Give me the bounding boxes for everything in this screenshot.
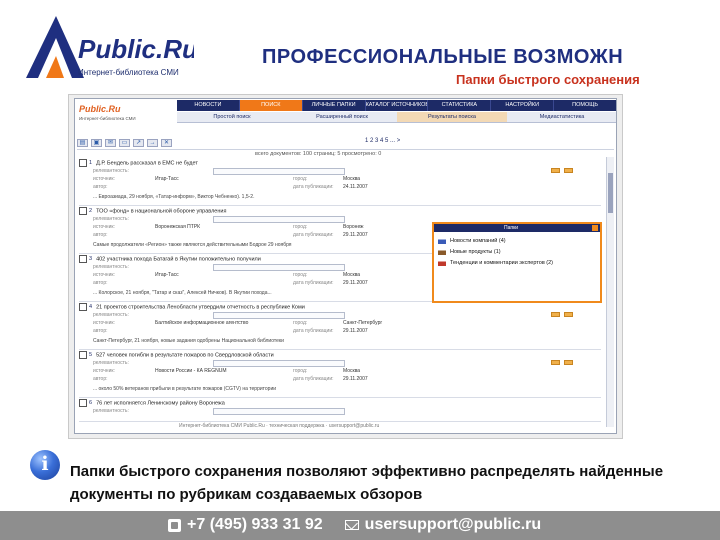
doc-snippet: ... Евроазиада, 29 ноября, «Татар-информ… <box>93 194 255 200</box>
logo-tagline: Интернет-библиотека СМИ <box>78 68 179 77</box>
arrow-icon[interactable]: → <box>147 139 158 147</box>
app-logo[interactable]: Public.Ru <box>79 104 121 114</box>
list-item: 6 76 лет исполняется Ленинскому району Во… <box>79 399 601 419</box>
app-footer-text: Интернет-библиотека СМИ Public.Ru · техн… <box>179 423 380 429</box>
doc-snippet: Самые продолжатели «Регион» также являют… <box>93 242 292 248</box>
tab-simple-search[interactable]: Простой поиск <box>177 112 287 122</box>
pagination[interactable]: 1 2 3 4 5 ... > <box>365 138 400 144</box>
delete-icon[interactable]: ✕ <box>161 139 172 147</box>
doc-title[interactable]: 5 527 человек погибли в результате пожаро… <box>79 351 274 359</box>
list-item: 4 21 проектов строительства Ленобласти ут… <box>79 303 601 355</box>
footer-email[interactable]: usersupport@public.ru <box>365 516 542 534</box>
relevance-select[interactable] <box>213 312 345 319</box>
tab-advanced-search[interactable]: Расширенный поиск <box>287 112 397 122</box>
doc-title[interactable]: 3 402 участника похода Батагай в Якутии п… <box>79 255 261 263</box>
tab-media-statistics[interactable]: Медиастатистика <box>507 112 616 122</box>
doc-snippet: ... Колорское, 21 ноября, "Татар и сказ"… <box>93 290 272 296</box>
scrollbar[interactable] <box>606 157 614 427</box>
logo-text: Public.Ru <box>78 34 194 64</box>
results-count: всего документов: 100 страниц: 5 просмот… <box>255 151 382 157</box>
folder-icon <box>438 250 446 255</box>
app-tagline: Интернет-библиотека СМИ <box>79 116 136 121</box>
doc-title[interactable]: 1 Д.Р. Бендель рассказал в ЕМС не будет <box>79 159 198 167</box>
main-nav: НОВОСТИ ПОИСК ЛИЧНЫЕ ПАПКИ КАТАЛОГ ИСТОЧ… <box>177 100 616 111</box>
app-screenshot: Public.Ru Интернет-библиотека СМИ НОВОСТ… <box>74 98 617 434</box>
results-toolbar: ▤ ▣ ✉ ▭ ↗ → ✕ <box>77 137 614 150</box>
info-icon: i <box>30 450 60 480</box>
sub-nav: Простой поиск Расширенный поиск Результа… <box>177 112 616 123</box>
doc-actions[interactable] <box>551 360 595 367</box>
nav-news[interactable]: НОВОСТИ <box>177 100 240 111</box>
close-icon[interactable] <box>592 225 598 231</box>
relevance-select[interactable] <box>213 360 345 367</box>
doc-checkbox[interactable] <box>79 207 87 215</box>
doc-title[interactable]: 4 21 проектов строительства Ленобласти ут… <box>79 303 305 311</box>
footer-phone[interactable]: +7 (495) 933 31 92 <box>187 516 323 534</box>
relevance-select[interactable] <box>213 216 345 223</box>
save-icon[interactable]: ▣ <box>91 139 102 147</box>
relevance-select[interactable] <box>213 168 345 175</box>
doc-snippet: Санкт-Петербург, 21 ноября, новые задани… <box>93 338 284 344</box>
nav-help[interactable]: ПОМОЩЬ <box>554 100 616 111</box>
doc-snippet: ... около 50% ветеранов прибыли в резуль… <box>93 386 277 392</box>
folder-icon[interactable]: ▭ <box>119 139 130 147</box>
tab-search-results[interactable]: Результаты поиска <box>397 112 507 122</box>
nav-source-catalog[interactable]: КАТАЛОГ ИСТОЧНИКОВ <box>366 100 429 111</box>
relevance-select[interactable] <box>213 408 345 415</box>
phone-icon <box>168 518 181 532</box>
folder-icon <box>438 239 446 244</box>
list-item: 5 527 человек погибли в результате пожаро… <box>79 351 601 403</box>
doc-actions[interactable] <box>551 168 595 175</box>
nav-statistics[interactable]: СТАТИСТИКА <box>428 100 492 111</box>
doc-actions[interactable] <box>551 312 595 319</box>
relevance-select[interactable] <box>213 264 345 271</box>
doc-checkbox[interactable] <box>79 159 87 167</box>
folders-popup: Папки Новости компаний (4) Новые продукт… <box>432 222 602 303</box>
export-icon[interactable]: ↗ <box>133 139 144 147</box>
email-icon[interactable]: ✉ <box>105 139 116 147</box>
nav-personal-folders[interactable]: ЛИЧНЫЕ ПАПКИ <box>303 100 366 111</box>
popup-title: Папки <box>434 224 600 232</box>
list-item: 1 Д.Р. Бендель рассказал в ЕМС не будет р… <box>79 159 601 211</box>
doc-checkbox[interactable] <box>79 255 87 263</box>
scroll-thumb[interactable] <box>608 173 613 213</box>
mail-icon <box>344 520 359 530</box>
info-text: Папки быстрого сохранения позволяют эффе… <box>70 463 664 503</box>
page-subtitle: Папки быстрого сохранения <box>456 72 640 87</box>
doc-checkbox[interactable] <box>79 351 87 359</box>
print-icon[interactable]: ▤ <box>77 139 88 147</box>
folder-item[interactable]: Новости компаний (4) <box>434 236 600 247</box>
folder-icon <box>438 261 446 266</box>
page-title: ПРОФЕССИОНАЛЬНЫЕ ВОЗМОЖН <box>262 46 624 68</box>
doc-checkbox[interactable] <box>79 303 87 311</box>
nav-settings[interactable]: НАСТРОЙКИ <box>491 100 555 111</box>
doc-title[interactable]: 6 76 лет исполняется Ленинскому району Во… <box>79 399 225 407</box>
nav-search[interactable]: ПОИСК <box>239 100 303 111</box>
doc-checkbox[interactable] <box>79 399 87 407</box>
folder-item[interactable]: Тенденции и комментарии экспертов (2) <box>434 258 600 269</box>
folder-item[interactable]: Новые продукты (1) <box>434 247 600 258</box>
doc-title[interactable]: 2 ТОО «фонд» в национальной обороне управ… <box>79 207 226 215</box>
footer-contacts: +7 (495) 933 31 92 usersupport@public.ru <box>168 515 541 535</box>
